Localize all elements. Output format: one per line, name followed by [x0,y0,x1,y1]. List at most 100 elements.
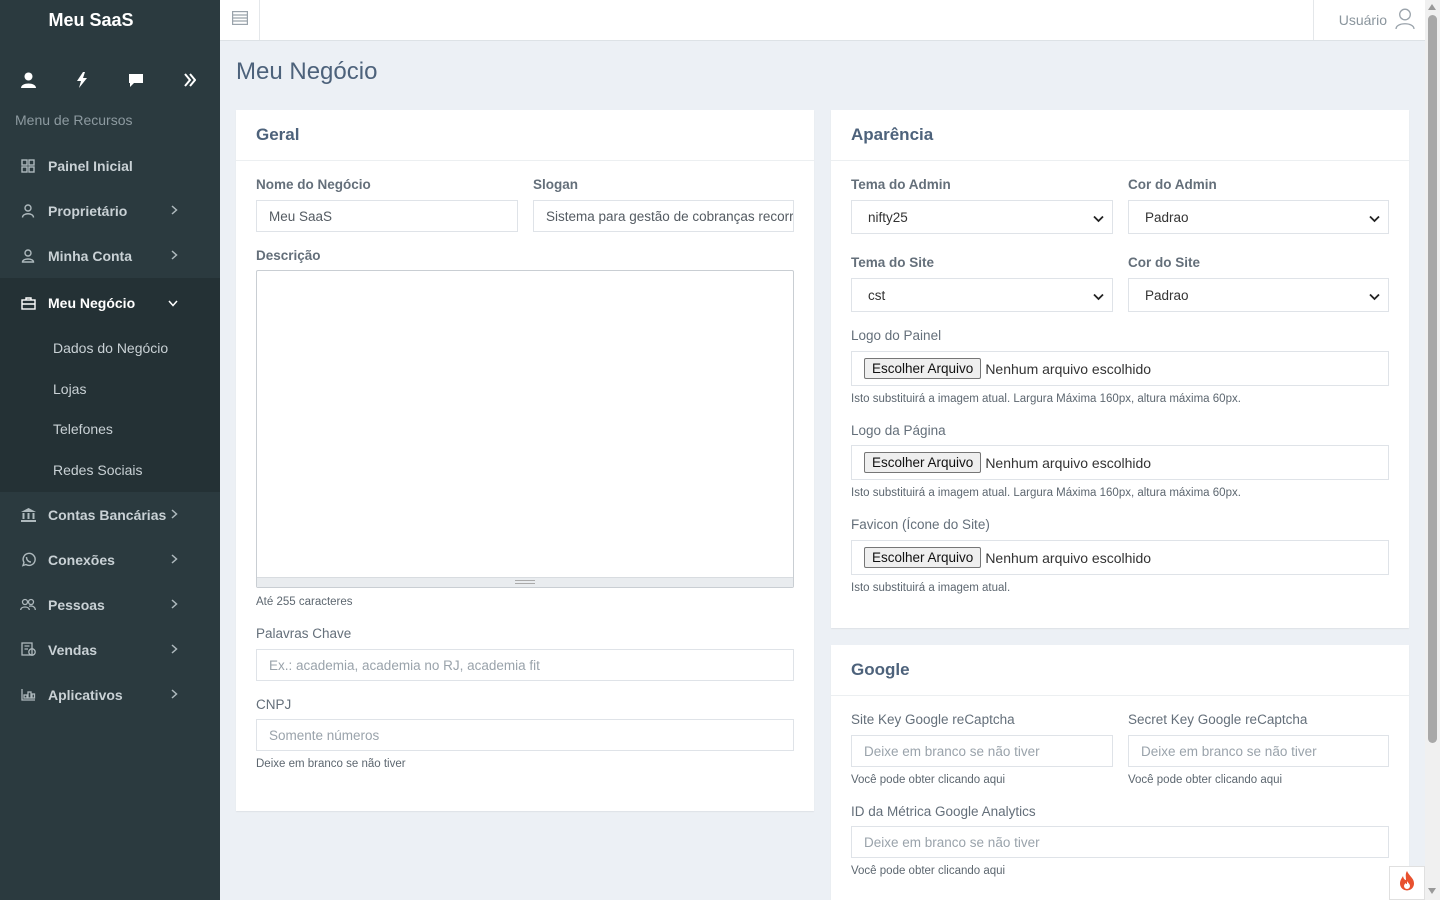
page-scrollbar[interactable] [1425,0,1440,900]
slogan-input[interactable]: Sistema para gestão de cobranças recorre… [533,200,794,232]
descricao-textarea[interactable] [256,270,794,588]
apps-icon [20,688,36,701]
tema-site-select[interactable]: cst [851,278,1113,312]
cor-admin-label: Cor do Admin [1128,177,1217,192]
sidebar-item-label: Minha Conta [48,247,132,264]
secret-key-input[interactable]: Deixe em branco se não tiver [1128,735,1389,767]
sidebar-item-contas-bancarias[interactable]: Contas Bancárias [0,492,220,537]
grid-icon [20,158,36,173]
scroll-up-arrow-icon[interactable] [1428,4,1436,10]
nome-negocio-input[interactable]: Meu SaaS [256,200,518,232]
choose-file-button[interactable]: Escolher Arquivo [864,547,982,568]
panel-title: Aparência [831,110,1409,161]
favicon-file-input[interactable]: Escolher Arquivo Nenhum arquivo escolhid… [851,540,1389,575]
chevron-right-icon [171,688,178,702]
sidebar-item-label: Painel Inicial [48,157,133,174]
sidebar-item-proprietario[interactable]: Proprietário [0,188,220,233]
receipt-icon [20,642,36,657]
cor-admin-value: Padrao [1145,209,1189,225]
submenu-item-redes-sociais[interactable]: Redes Sociais [0,450,220,491]
submenu-item-dados-do-negocio[interactable]: Dados do Negócio [0,328,220,369]
bank-icon [20,507,36,522]
cor-site-value: Padrao [1145,287,1189,303]
favicon-help: Isto substituirá a imagem atual. [851,582,1011,594]
resize-handle[interactable] [257,577,793,587]
sidebar-item-pessoas[interactable]: Pessoas [0,582,220,627]
file-status: Nenhum arquivo escolhido [985,549,1152,566]
site-key-help-link[interactable]: Você pode obter clicando aqui [851,772,1113,788]
briefcase-icon [20,296,36,310]
panel-title: Google [831,645,1409,696]
sidebar-item-label: Proprietário [48,202,128,219]
bolt-icon[interactable] [74,72,90,88]
list-icon [231,10,248,30]
sidebar-item-painel-inicial[interactable]: Painel Inicial [0,143,220,188]
site-key-input[interactable]: Deixe em branco se não tiver [851,735,1113,767]
logo-painel-help: Isto substituirá a imagem atual. Largura… [851,393,1241,405]
chevron-down-icon [1369,289,1380,304]
tema-site-label: Tema do Site [851,255,935,270]
chat-icon[interactable] [128,73,144,88]
tema-site-value: cst [868,287,886,303]
scroll-thumb[interactable] [1428,15,1437,743]
cor-site-label: Cor do Site [1128,255,1201,270]
sidebar-item-label: Contas Bancárias [48,506,167,523]
whatsapp-icon [20,552,36,567]
cnpj-label: CNPJ [256,697,292,712]
menu-title: Menu de Recursos [15,112,133,128]
sidebar-item-vendas[interactable]: Vendas [0,627,220,672]
page-title: Meu Negócio [236,58,378,85]
double-chevron-right-icon[interactable] [182,73,198,87]
chevron-right-icon [171,249,178,263]
cor-site-select[interactable]: Padrao [1128,278,1389,312]
choose-file-button[interactable]: Escolher Arquivo [864,358,982,379]
logo-pagina-help: Isto substituirá a imagem atual. Largura… [851,487,1241,499]
chevron-right-icon [171,643,178,657]
sidebar-item-label: Aplicativos [48,686,123,703]
brand-title[interactable]: Meu SaaS [0,0,220,40]
panel-google: Google Site Key Google reCaptcha Deixe e… [831,645,1409,900]
user-tie-icon [20,203,36,218]
sidebar-item-aplicativos[interactable]: Aplicativos [0,672,220,717]
tema-admin-label: Tema do Admin [851,177,951,192]
slogan-label: Slogan [533,177,579,192]
user-menu[interactable]: Usuário [1313,0,1425,40]
sidebar-item-conexoes[interactable]: Conexões [0,537,220,582]
secret-key-help-link[interactable]: Você pode obter clicando aqui [1128,772,1389,788]
choose-file-button[interactable]: Escolher Arquivo [864,452,982,473]
user-icon [20,248,36,263]
submenu-item-lojas[interactable]: Lojas [0,369,220,410]
palavras-chave-input[interactable]: Ex.: academia, academia no RJ, academia … [256,649,794,681]
sidebar-tools [0,70,220,90]
logo-painel-label: Logo do Painel [851,328,942,343]
scroll-down-arrow-icon[interactable] [1428,888,1436,894]
logo-painel-file-input[interactable]: Escolher Arquivo Nenhum arquivo escolhid… [851,351,1389,386]
chevron-down-icon [1093,211,1104,226]
submenu-item-telefones[interactable]: Telefones [0,409,220,450]
user-icon[interactable] [20,72,36,88]
panel-geral: Geral Nome do Negócio Meu SaaS Slogan Si… [236,110,814,811]
favicon-label: Favicon (Ícone do Site) [851,517,990,532]
analytics-help-link[interactable]: Você pode obter clicando aqui [851,863,1389,879]
sidebar-item-label: Conexões [48,551,115,568]
chevron-down-icon [1369,211,1380,226]
analytics-input[interactable]: Deixe em branco se não tiver [851,826,1389,858]
descricao-help: Até 255 caracteres [256,596,353,608]
chevron-down-icon [1093,289,1104,304]
panel-aparencia: Aparência Tema do Admin nifty25 Cor do A… [831,110,1409,628]
cnpj-input[interactable]: Somente números [256,719,794,751]
menu-toggle-button[interactable] [220,0,260,40]
logo-pagina-file-input[interactable]: Escolher Arquivo Nenhum arquivo escolhid… [851,445,1389,480]
fire-widget-button[interactable] [1389,866,1425,900]
sidebar-item-minha-conta[interactable]: Minha Conta [0,233,220,278]
site-key-label: Site Key Google reCaptcha [851,712,1015,727]
chevron-right-icon [171,508,178,522]
panel-title: Geral [236,110,814,161]
users-icon [20,598,36,612]
sidebar: Meu SaaS Menu de Recursos Painel Inicial… [0,0,220,900]
tema-admin-select[interactable]: nifty25 [851,200,1113,234]
cor-admin-select[interactable]: Padrao [1128,200,1389,234]
secret-key-label: Secret Key Google reCaptcha [1128,712,1308,727]
user-outline-icon [1395,8,1415,33]
sidebar-item-meu-negocio[interactable]: Meu Negócio [0,278,220,328]
